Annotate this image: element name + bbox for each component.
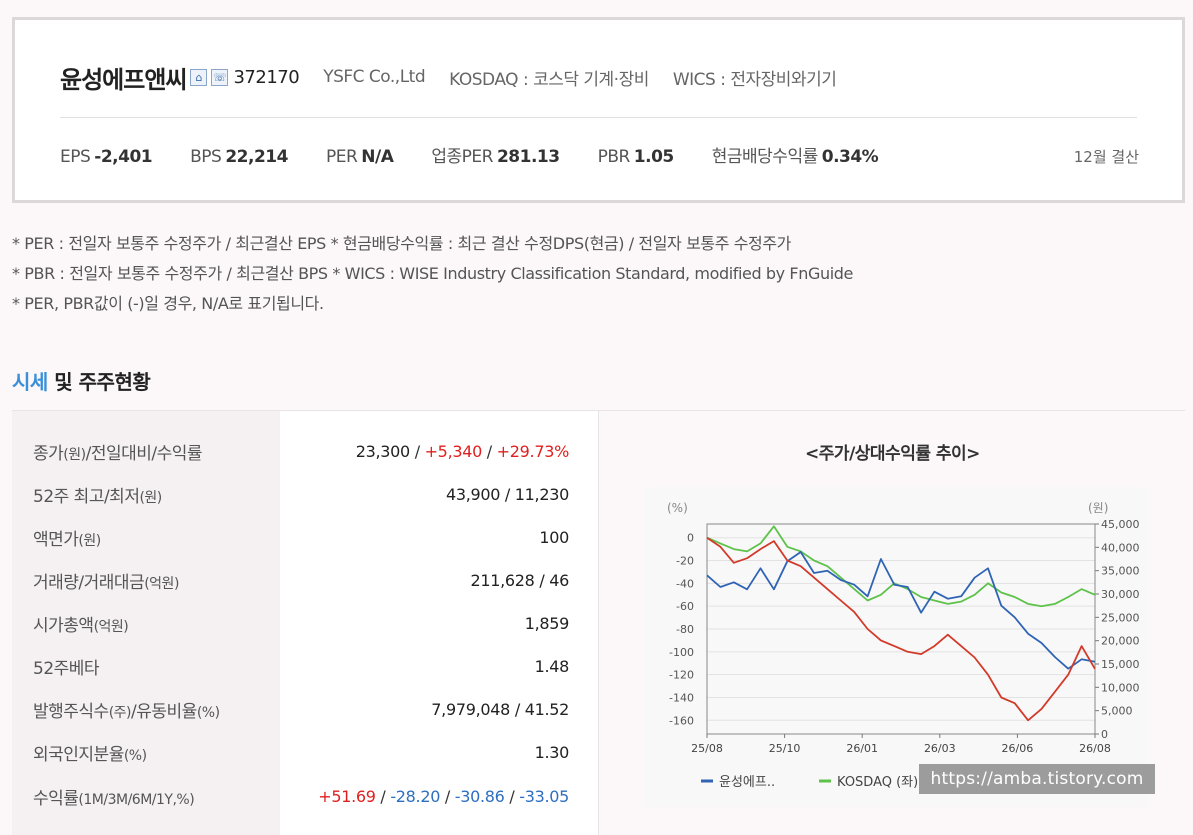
price-table: 종가(원)/전일대비/수익률 23,300 / +5,340 / +29.73%… bbox=[12, 411, 598, 835]
table-row: 시가총액(억원) 1,859 bbox=[33, 614, 569, 636]
company-name: 윤성에프앤씨 bbox=[60, 65, 187, 94]
right-tick-label: 25,000 bbox=[1101, 611, 1140, 624]
x-tick-label: 26/01 bbox=[846, 742, 878, 755]
right-tick-label: 15,000 bbox=[1101, 658, 1140, 671]
table-row: 종가(원)/전일대비/수익률 23,300 / +5,340 / +29.73% bbox=[33, 442, 569, 464]
left-tick-label: -60 bbox=[676, 600, 694, 613]
company-header-row: 윤성에프앤씨 ⌂ ☏ 372170 YSFC Co.,Ltd KOSDAQ : … bbox=[60, 60, 837, 94]
table-row: 52주 최고/최저(원) 43,900 / 11,230 bbox=[33, 485, 569, 507]
left-tick-label: -80 bbox=[676, 623, 694, 636]
left-tick-label: 0 bbox=[687, 532, 694, 545]
market-shareholder-panel: 종가(원)/전일대비/수익률 23,300 / +5,340 / +29.73%… bbox=[12, 410, 1185, 835]
left-tick-label: -20 bbox=[676, 555, 694, 568]
metric-per: PER N/A bbox=[325, 147, 394, 167]
header-divider bbox=[60, 117, 1137, 118]
legend-label: 윤성에프.. bbox=[719, 775, 775, 790]
table-row: 52주베타 1.48 bbox=[33, 657, 569, 679]
right-tick-label: 30,000 bbox=[1101, 588, 1140, 601]
x-tick-label: 26/08 bbox=[1079, 742, 1111, 755]
table-row: 발행주식수(주)/유동비율(%) 7,979,048 / 41.52 bbox=[33, 700, 569, 722]
right-tick-label: 40,000 bbox=[1101, 541, 1140, 554]
left-tick-label: -40 bbox=[676, 577, 694, 590]
x-tick-label: 25/10 bbox=[769, 742, 801, 755]
metric-bps: BPS 22,214 bbox=[190, 147, 288, 167]
english-name: YSFC Co.,Ltd bbox=[323, 67, 426, 87]
table-row: 수익률(1M/3M/6M/1Y,%) +51.69 / -28.20 / -30… bbox=[33, 787, 569, 809]
right-tick-label: 5,000 bbox=[1101, 705, 1133, 718]
footnote: * PBR : 전일자 보통주 수정주가 / 최근결산 BPS * WICS :… bbox=[12, 264, 853, 283]
stock-code: 372170 bbox=[233, 66, 300, 88]
section-title: 시세 및 주주현황 bbox=[12, 370, 151, 394]
series-line bbox=[706, 525, 1096, 608]
price-chart-area: <주가/상대수익률 추이> 0 -20 -40 -60 -80 -100 -120 -140-… bbox=[598, 411, 1185, 835]
metric-pbr: PBR 1.05 bbox=[597, 147, 675, 167]
series-line bbox=[706, 551, 1096, 670]
left-axis-label: (%) bbox=[667, 501, 688, 515]
table-row: 액면가(원) 100 bbox=[33, 528, 569, 550]
right-tick-label: 20,000 bbox=[1101, 635, 1140, 648]
x-tick-label: 25/08 bbox=[691, 742, 723, 755]
table-row: 거래량/거래대금(억원) 211,628 / 46 bbox=[33, 571, 569, 593]
right-tick-label: 45,000 bbox=[1101, 518, 1140, 531]
table-row: 외국인지분율(%) 1.30 bbox=[33, 743, 569, 765]
metric-industry-per: 업종PER 281.13 bbox=[431, 147, 560, 167]
right-tick-label: 0 bbox=[1101, 728, 1108, 741]
legend-label: KOSDAQ (좌) bbox=[837, 775, 918, 790]
left-tick-label: -160 bbox=[669, 714, 694, 727]
metric-dividend-yield: 현금배당수익률 0.34% bbox=[711, 147, 879, 167]
x-tick-label: 26/06 bbox=[1002, 742, 1034, 755]
footnote: * PER : 전일자 보통주 수정주가 / 최근결산 EPS * 현금배당수익… bbox=[12, 234, 791, 253]
metrics-row: EPS -2,401 BPS 22,214 PER N/A 업종PER 281.13 P… bbox=[60, 142, 916, 167]
fiscal-month: 12월 결산 bbox=[1073, 148, 1139, 166]
right-axis-label: (원) bbox=[1088, 501, 1108, 515]
left-tick-label: -120 bbox=[669, 669, 694, 682]
wics-classification: WICS : 전자장비와기기 bbox=[672, 69, 837, 90]
right-tick-label: 35,000 bbox=[1101, 565, 1140, 578]
metric-eps: EPS -2,401 bbox=[60, 147, 153, 167]
footnotes: * PER : 전일자 보통주 수정주가 / 최근결산 EPS * 현금배당수익… bbox=[12, 229, 853, 319]
footnote: * PER, PBR값이 (-)일 경우, N/A로 표기됩니다. bbox=[12, 294, 324, 313]
market-classification: KOSDAQ : 코스닥 기계·장비 bbox=[449, 69, 649, 90]
right-tick-label: 10,000 bbox=[1101, 681, 1140, 694]
left-tick-label: -100 bbox=[669, 646, 694, 659]
watermark: https://amba.tistory.com bbox=[919, 764, 1155, 794]
company-summary-box: 윤성에프앤씨 ⌂ ☏ 372170 YSFC Co.,Ltd KOSDAQ : … bbox=[12, 17, 1185, 203]
x-tick-label: 26/03 bbox=[924, 742, 956, 755]
home-icon[interactable]: ⌂ bbox=[190, 68, 208, 86]
phone-icon[interactable]: ☏ bbox=[211, 68, 229, 86]
left-tick-label: -140 bbox=[669, 691, 694, 704]
